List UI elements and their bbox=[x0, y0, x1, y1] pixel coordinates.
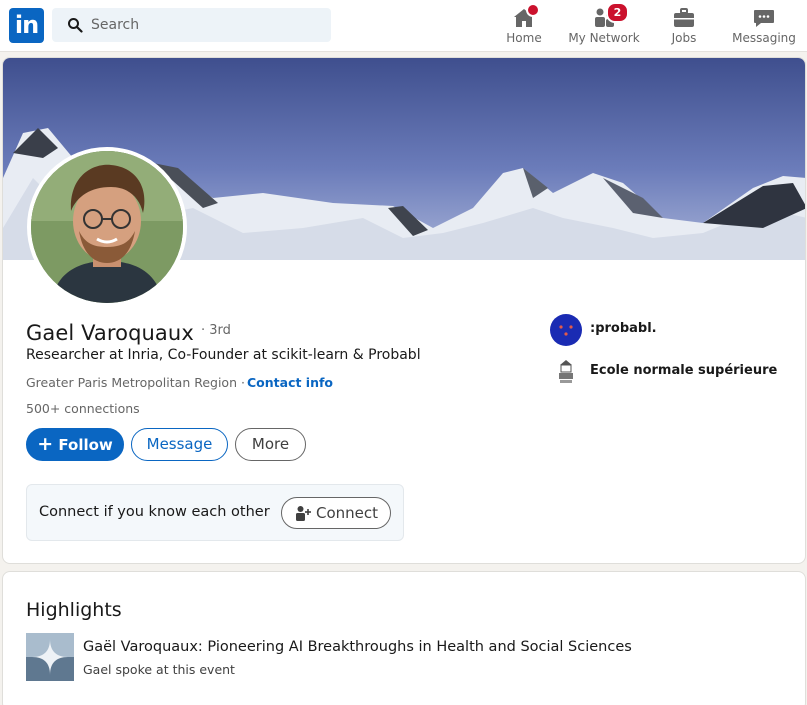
nav-my-network-label: My Network bbox=[568, 31, 640, 45]
nav-jobs[interactable]: Jobs bbox=[662, 0, 706, 52]
nav-home-label: Home bbox=[506, 31, 542, 45]
add-person-icon bbox=[296, 506, 311, 521]
nav-messaging[interactable]: Messaging bbox=[732, 0, 796, 52]
highlight-subtitle: Gael spoke at this event bbox=[83, 662, 235, 677]
search-input[interactable]: Search bbox=[52, 8, 331, 42]
message-button[interactable]: Message bbox=[131, 428, 228, 461]
plus-icon: + bbox=[37, 433, 54, 455]
linkedin-logo-icon[interactable]: in bbox=[9, 8, 44, 43]
briefcase-icon bbox=[674, 8, 694, 27]
connect-prompt: Connect if you know each other bbox=[39, 504, 270, 520]
event-thumbnail[interactable] bbox=[26, 633, 74, 681]
ens-logo-icon bbox=[550, 356, 582, 388]
profile-headline: Researcher at Inria, Co-Founder at sciki… bbox=[26, 347, 421, 363]
avatar[interactable] bbox=[27, 147, 187, 307]
search-icon bbox=[68, 18, 83, 33]
profile-location: Greater Paris Metropolitan Region · bbox=[26, 375, 245, 390]
profile-card: Gael Varoquaux · 3rd Researcher at Inria… bbox=[2, 57, 806, 564]
network-badge: 2 bbox=[606, 2, 629, 23]
probabl-logo-icon bbox=[550, 314, 582, 346]
highlights-card: Highlights Gaël Varoquaux: Pioneering AI… bbox=[2, 571, 806, 705]
top-nav: in Search Home 2 My Network Jobs Messagi… bbox=[0, 0, 807, 52]
nav-messaging-label: Messaging bbox=[732, 31, 796, 45]
contact-info-link[interactable]: Contact info bbox=[247, 375, 333, 390]
org-probabl-label: :probabl. bbox=[590, 321, 657, 336]
nav-jobs-label: Jobs bbox=[671, 31, 697, 45]
connect-button[interactable]: Connect bbox=[281, 497, 391, 529]
nav-my-network[interactable]: 2 My Network bbox=[568, 0, 640, 52]
home-notification-dot bbox=[526, 3, 540, 17]
highlights-title: Highlights bbox=[26, 599, 122, 621]
connect-label: Connect bbox=[316, 504, 379, 522]
search-placeholder: Search bbox=[91, 17, 140, 33]
profile-name: Gael Varoquaux bbox=[26, 321, 194, 345]
follow-button[interactable]: + Follow bbox=[26, 428, 124, 461]
follow-label: Follow bbox=[58, 436, 113, 454]
org-ens-label: Ecole normale supérieure bbox=[590, 363, 778, 378]
connection-degree: · 3rd bbox=[201, 323, 231, 338]
nav-home[interactable]: Home bbox=[500, 0, 548, 52]
highlight-title[interactable]: Gaël Varoquaux: Pioneering AI Breakthrou… bbox=[83, 639, 632, 655]
chat-icon bbox=[754, 10, 774, 27]
connections-count[interactable]: 500+ connections bbox=[26, 401, 140, 416]
connect-suggestion-box: Connect if you know each other Connect bbox=[26, 484, 404, 541]
more-button[interactable]: More bbox=[235, 428, 306, 461]
